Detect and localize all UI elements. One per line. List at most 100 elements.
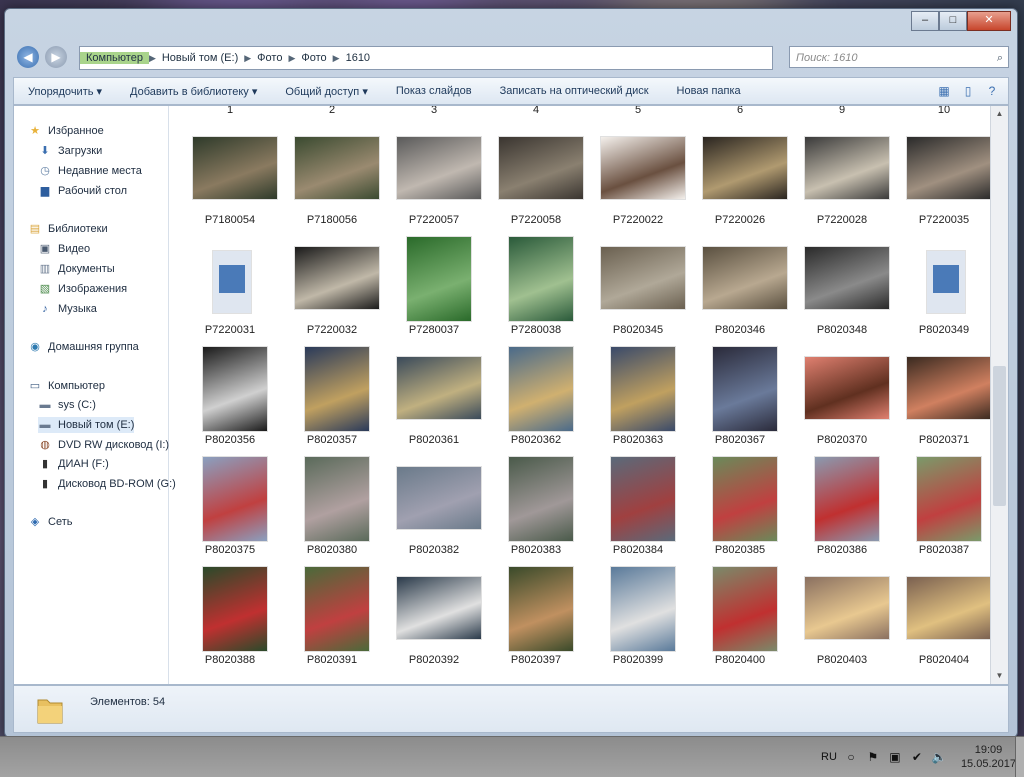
file-item[interactable]: P8020371 xyxy=(894,342,994,450)
sidebar-item[interactable]: ◍ DVD RW дисковод (I:) xyxy=(38,437,169,453)
sidebar-item[interactable]: ♪ Музыка xyxy=(38,301,97,317)
file-item[interactable]: P8020357 xyxy=(282,342,382,450)
file-item[interactable]: 4 xyxy=(486,106,586,120)
file-item[interactable]: P7220031 xyxy=(180,232,280,340)
file-item[interactable]: P8020400 xyxy=(690,562,790,670)
file-item[interactable]: P8020367 xyxy=(690,342,790,450)
file-item[interactable]: P8020397 xyxy=(486,562,586,670)
file-item[interactable]: P7280038 xyxy=(486,232,586,340)
file-item[interactable]: P8020388 xyxy=(180,562,280,670)
file-item[interactable]: 1 xyxy=(180,106,280,120)
breadcrumb-computer[interactable]: Компьютер xyxy=(80,52,149,64)
file-item[interactable]: P8020387 xyxy=(894,452,994,560)
file-item[interactable]: P8020391 xyxy=(282,562,382,670)
file-item[interactable]: P7220026 xyxy=(690,122,790,230)
file-item[interactable]: P8020363 xyxy=(588,342,688,450)
file-item[interactable]: P8020345 xyxy=(588,232,688,340)
breadcrumb-separator-icon[interactable]: ▶ xyxy=(288,53,295,64)
sidebar-item[interactable]: ▤ Библиотеки xyxy=(28,221,108,237)
sidebar-item[interactable]: ▧ Изображения xyxy=(38,281,127,297)
view-options-icon[interactable]: ▦ xyxy=(936,84,952,98)
share-button[interactable]: Общий доступ ▾ xyxy=(271,85,381,98)
show-desktop-button[interactable] xyxy=(1015,737,1024,777)
language-indicator[interactable]: RU xyxy=(821,751,837,763)
file-item[interactable]: P8020375 xyxy=(180,452,280,560)
file-item[interactable]: 10 xyxy=(894,106,994,120)
file-item[interactable]: P8020392 xyxy=(384,562,484,670)
breadcrumb-separator-icon[interactable]: ▶ xyxy=(244,53,251,64)
file-item[interactable]: P7180054 xyxy=(180,122,280,230)
organize-button[interactable]: Упорядочить ▾ xyxy=(14,85,116,98)
burn-disc-button[interactable]: Записать на оптический диск xyxy=(486,85,663,97)
sidebar-item[interactable]: ▣ Видео xyxy=(38,241,90,257)
file-item[interactable]: P8020384 xyxy=(588,452,688,560)
search-input[interactable]: Поиск: 1610 ⌕ xyxy=(789,46,1009,68)
sidebar-item[interactable]: ◷ Недавние места xyxy=(38,163,142,179)
title-bar[interactable]: – □ ✕ xyxy=(5,9,1017,41)
slideshow-button[interactable]: Показ слайдов xyxy=(382,85,486,97)
sidebar-item[interactable]: ▬ Новый том (E:) xyxy=(38,417,135,433)
file-item[interactable]: P7180056 xyxy=(282,122,382,230)
file-item[interactable]: 3 xyxy=(384,106,484,120)
file-item[interactable]: P8020386 xyxy=(792,452,892,560)
file-item[interactable]: P8020385 xyxy=(690,452,790,560)
file-item[interactable]: P7220028 xyxy=(792,122,892,230)
close-button[interactable]: ✕ xyxy=(967,11,1011,31)
sidebar-item[interactable]: ▮ ДИАН (F:) xyxy=(38,456,109,472)
file-item[interactable]: P8020383 xyxy=(486,452,586,560)
check-icon[interactable]: ✔ xyxy=(909,749,925,765)
breadcrumb-folder[interactable]: Фото xyxy=(251,52,288,64)
file-item[interactable]: P8020362 xyxy=(486,342,586,450)
sidebar-item[interactable]: ★ Избранное xyxy=(28,123,104,139)
file-item[interactable]: P7220022 xyxy=(588,122,688,230)
help-icon[interactable]: ? xyxy=(984,84,1000,98)
sidebar-item[interactable]: ◈ Сеть xyxy=(28,514,73,530)
file-item[interactable]: P8020382 xyxy=(384,452,484,560)
sidebar-item[interactable]: ◉ Домашняя группа xyxy=(28,339,139,355)
network-tray-icon[interactable]: ▣ xyxy=(887,749,903,765)
file-item[interactable]: 2 xyxy=(282,106,382,120)
sidebar-item[interactable]: ▆ Рабочий стол xyxy=(38,183,127,199)
sidebar-item[interactable]: ▬ sys (C:) xyxy=(38,397,96,413)
breadcrumb-current-folder[interactable]: 1610 xyxy=(340,52,376,64)
breadcrumb-separator-icon[interactable]: ▶ xyxy=(149,53,156,64)
breadcrumb-separator-icon[interactable]: ▶ xyxy=(333,53,340,64)
file-item[interactable]: P8020404 xyxy=(894,562,994,670)
address-bar[interactable]: Компьютер ▶ Новый том (E:) ▶ Фото ▶ Фото… xyxy=(79,46,773,70)
file-item[interactable]: P8020346 xyxy=(690,232,790,340)
sidebar-item[interactable]: ⬇ Загрузки xyxy=(38,143,102,159)
file-item[interactable]: P8020349 xyxy=(894,232,994,340)
file-item[interactable]: P7220035 xyxy=(894,122,994,230)
back-button[interactable]: ◀ xyxy=(17,46,39,68)
circle-icon[interactable]: ○ xyxy=(843,749,859,765)
volume-icon[interactable]: 🔈 xyxy=(931,749,947,765)
file-item[interactable]: P8020356 xyxy=(180,342,280,450)
preview-pane-icon[interactable]: ▯ xyxy=(960,84,976,98)
scrollbar-thumb[interactable] xyxy=(993,366,1006,506)
breadcrumb-drive[interactable]: Новый том (E:) xyxy=(156,52,244,64)
clock[interactable]: 19:09 15.05.2017 xyxy=(961,743,1016,771)
file-item[interactable]: P8020403 xyxy=(792,562,892,670)
file-item[interactable]: P8020399 xyxy=(588,562,688,670)
forward-button[interactable]: ▶ xyxy=(45,46,67,68)
breadcrumb-folder[interactable]: Фото xyxy=(295,52,332,64)
file-item[interactable]: P8020348 xyxy=(792,232,892,340)
scroll-up-icon[interactable]: ▲ xyxy=(991,106,1008,122)
file-item[interactable]: P7220032 xyxy=(282,232,382,340)
minimize-button[interactable]: – xyxy=(911,11,939,31)
file-item[interactable]: 6 xyxy=(690,106,790,120)
sidebar-item[interactable]: ▭ Компьютер xyxy=(28,378,105,394)
file-item[interactable]: 9 xyxy=(792,106,892,120)
sidebar-item[interactable]: ▥ Документы xyxy=(38,261,115,277)
file-item[interactable]: P8020380 xyxy=(282,452,382,560)
search-icon[interactable]: ⌕ xyxy=(997,47,1003,69)
scroll-down-icon[interactable]: ▼ xyxy=(991,668,1008,684)
add-to-library-button[interactable]: Добавить в библиотеку ▾ xyxy=(116,85,271,98)
file-item[interactable]: P8020361 xyxy=(384,342,484,450)
vertical-scrollbar[interactable]: ▲ ▼ xyxy=(990,106,1008,684)
sidebar-item[interactable]: ▮ Дисковод BD-ROM (G:) xyxy=(38,476,176,492)
file-item[interactable]: P8020370 xyxy=(792,342,892,450)
file-item[interactable]: 5 xyxy=(588,106,688,120)
file-item[interactable]: P7280037 xyxy=(384,232,484,340)
file-item[interactable]: P7220058 xyxy=(486,122,586,230)
